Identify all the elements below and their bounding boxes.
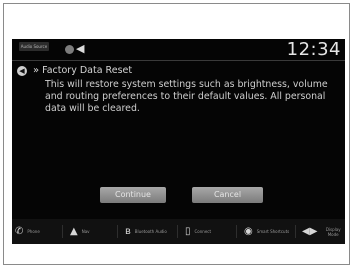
separator: [236, 225, 237, 238]
infotainment-screen: Audio Source ◀ 12:34 ◀ » Factory Data Re…: [12, 39, 345, 244]
bottom-item-nav[interactable]: ▲ Nav: [70, 219, 90, 244]
bottom-item-label: Phone: [27, 229, 40, 234]
bottom-item-label: Smart Shortcuts: [256, 229, 290, 234]
connect-icon: ▯: [185, 225, 191, 237]
phone-icon: ✆: [15, 225, 24, 237]
separator: [177, 225, 178, 238]
bottom-item-smart-shortcuts[interactable]: ◉ Smart Shortcuts: [244, 219, 289, 244]
bottom-item-connect[interactable]: ▯ Connect: [185, 219, 211, 244]
display-mode-icon: ◀▶: [302, 225, 318, 237]
divider: [12, 60, 345, 61]
navigation-icon: ▲: [70, 225, 78, 237]
volume-icon: ◀: [76, 42, 85, 55]
dialog-message: This will restore system settings such a…: [45, 79, 328, 114]
status-bar: Audio Source ◀ 12:34: [12, 39, 345, 60]
back-icon[interactable]: ◀: [17, 66, 27, 76]
clock: 12:34: [286, 39, 341, 60]
audio-source-button[interactable]: Audio Source: [19, 42, 49, 51]
page-title: Factory Data Reset: [42, 65, 133, 76]
bottom-item-label: Bluetooth Audio: [134, 229, 167, 234]
shortcuts-icon: ◉: [244, 225, 253, 237]
continue-button[interactable]: Continue: [100, 187, 166, 203]
bottom-item-label: Display Mode: [325, 226, 341, 237]
bottom-item-label: Nav: [81, 229, 90, 234]
separator: [117, 225, 118, 238]
settings-icon: [65, 45, 74, 54]
screenshot-frame: Audio Source ◀ 12:34 ◀ » Factory Data Re…: [3, 3, 350, 265]
breadcrumb-chevron-icon: »: [33, 65, 40, 76]
bottom-item-display-mode[interactable]: ◀▶ Display Mode: [302, 219, 345, 244]
dialog-header: ◀ » Factory Data Reset: [17, 64, 132, 78]
bluetooth-icon: ʙ: [125, 225, 131, 237]
bottom-item-phone[interactable]: ✆ Phone: [15, 219, 40, 244]
bottom-item-label: Connect: [194, 229, 212, 234]
cancel-button[interactable]: Cancel: [192, 187, 263, 203]
separator: [295, 225, 296, 238]
separator: [62, 225, 63, 238]
bottom-item-bluetooth-audio[interactable]: ʙ Bluetooth Audio: [125, 219, 167, 244]
bottom-bar: ✆ Phone ▲ Nav ʙ Bluetooth Audio ▯ Connec…: [12, 219, 345, 244]
